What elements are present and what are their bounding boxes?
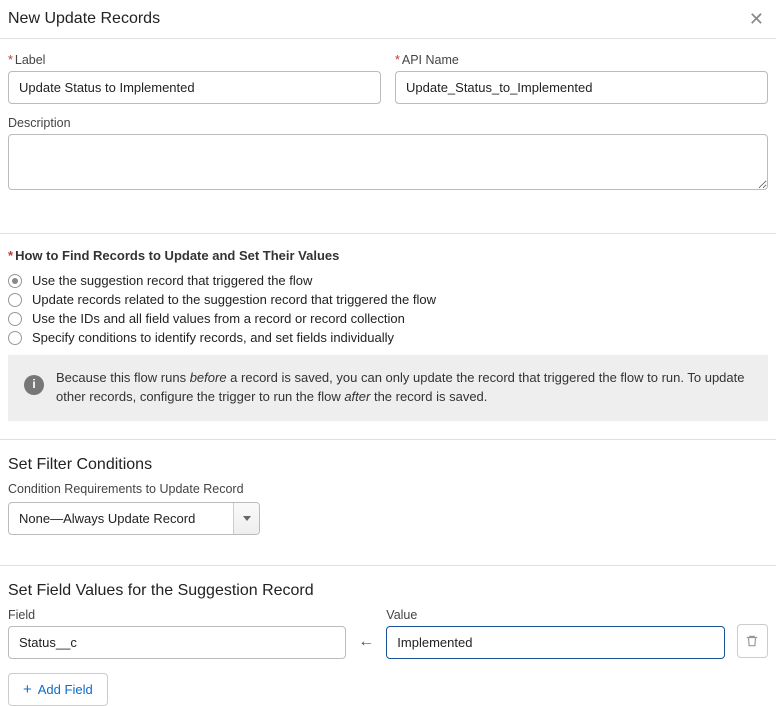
modal-title: New Update Records [8,10,160,28]
field-column-label: Field [8,608,346,622]
info-text: Because this flow runs before a record i… [56,369,752,407]
modal-header: New Update Records ✕ [0,0,776,39]
field-input[interactable] [8,626,346,659]
trash-icon [745,634,759,648]
value-column-label: Value [386,608,724,622]
info-icon: i [24,375,44,395]
info-box: i Because this flow runs before a record… [8,355,768,421]
field-value-row: Field ← Value [8,608,768,659]
description-textarea[interactable] [8,134,768,190]
label-input[interactable] [8,71,381,104]
set-field-values-title: Set Field Values for the Suggestion Reco… [8,582,768,600]
radio-icon [8,293,22,307]
radio-icon [8,274,22,288]
condition-requirements-select[interactable] [8,502,260,535]
how-to-find-heading: *How to Find Records to Update and Set T… [8,248,768,263]
api-name-field-label: *API Name [395,53,768,67]
condition-requirements-label: Condition Requirements to Update Record [8,482,768,496]
label-field-label: *Label [8,53,381,67]
add-field-button[interactable]: + Add Field [8,673,108,706]
radio-option-1[interactable]: Update records related to the suggestion… [8,290,768,309]
value-input[interactable] [386,626,724,659]
arrow-left-icon: ← [358,633,374,659]
radio-option-2[interactable]: Use the IDs and all field values from a … [8,309,768,328]
radio-icon [8,312,22,326]
close-icon[interactable]: ✕ [749,10,764,28]
filter-conditions-title: Set Filter Conditions [8,456,768,474]
radio-option-0[interactable]: Use the suggestion record that triggered… [8,271,768,290]
how-to-find-radio-group: Use the suggestion record that triggered… [8,271,768,347]
plus-icon: + [23,682,32,697]
delete-row-button[interactable] [737,624,768,658]
api-name-input[interactable] [395,71,768,104]
radio-icon [8,331,22,345]
description-label: Description [8,116,768,130]
radio-option-3[interactable]: Specify conditions to identify records, … [8,328,768,347]
